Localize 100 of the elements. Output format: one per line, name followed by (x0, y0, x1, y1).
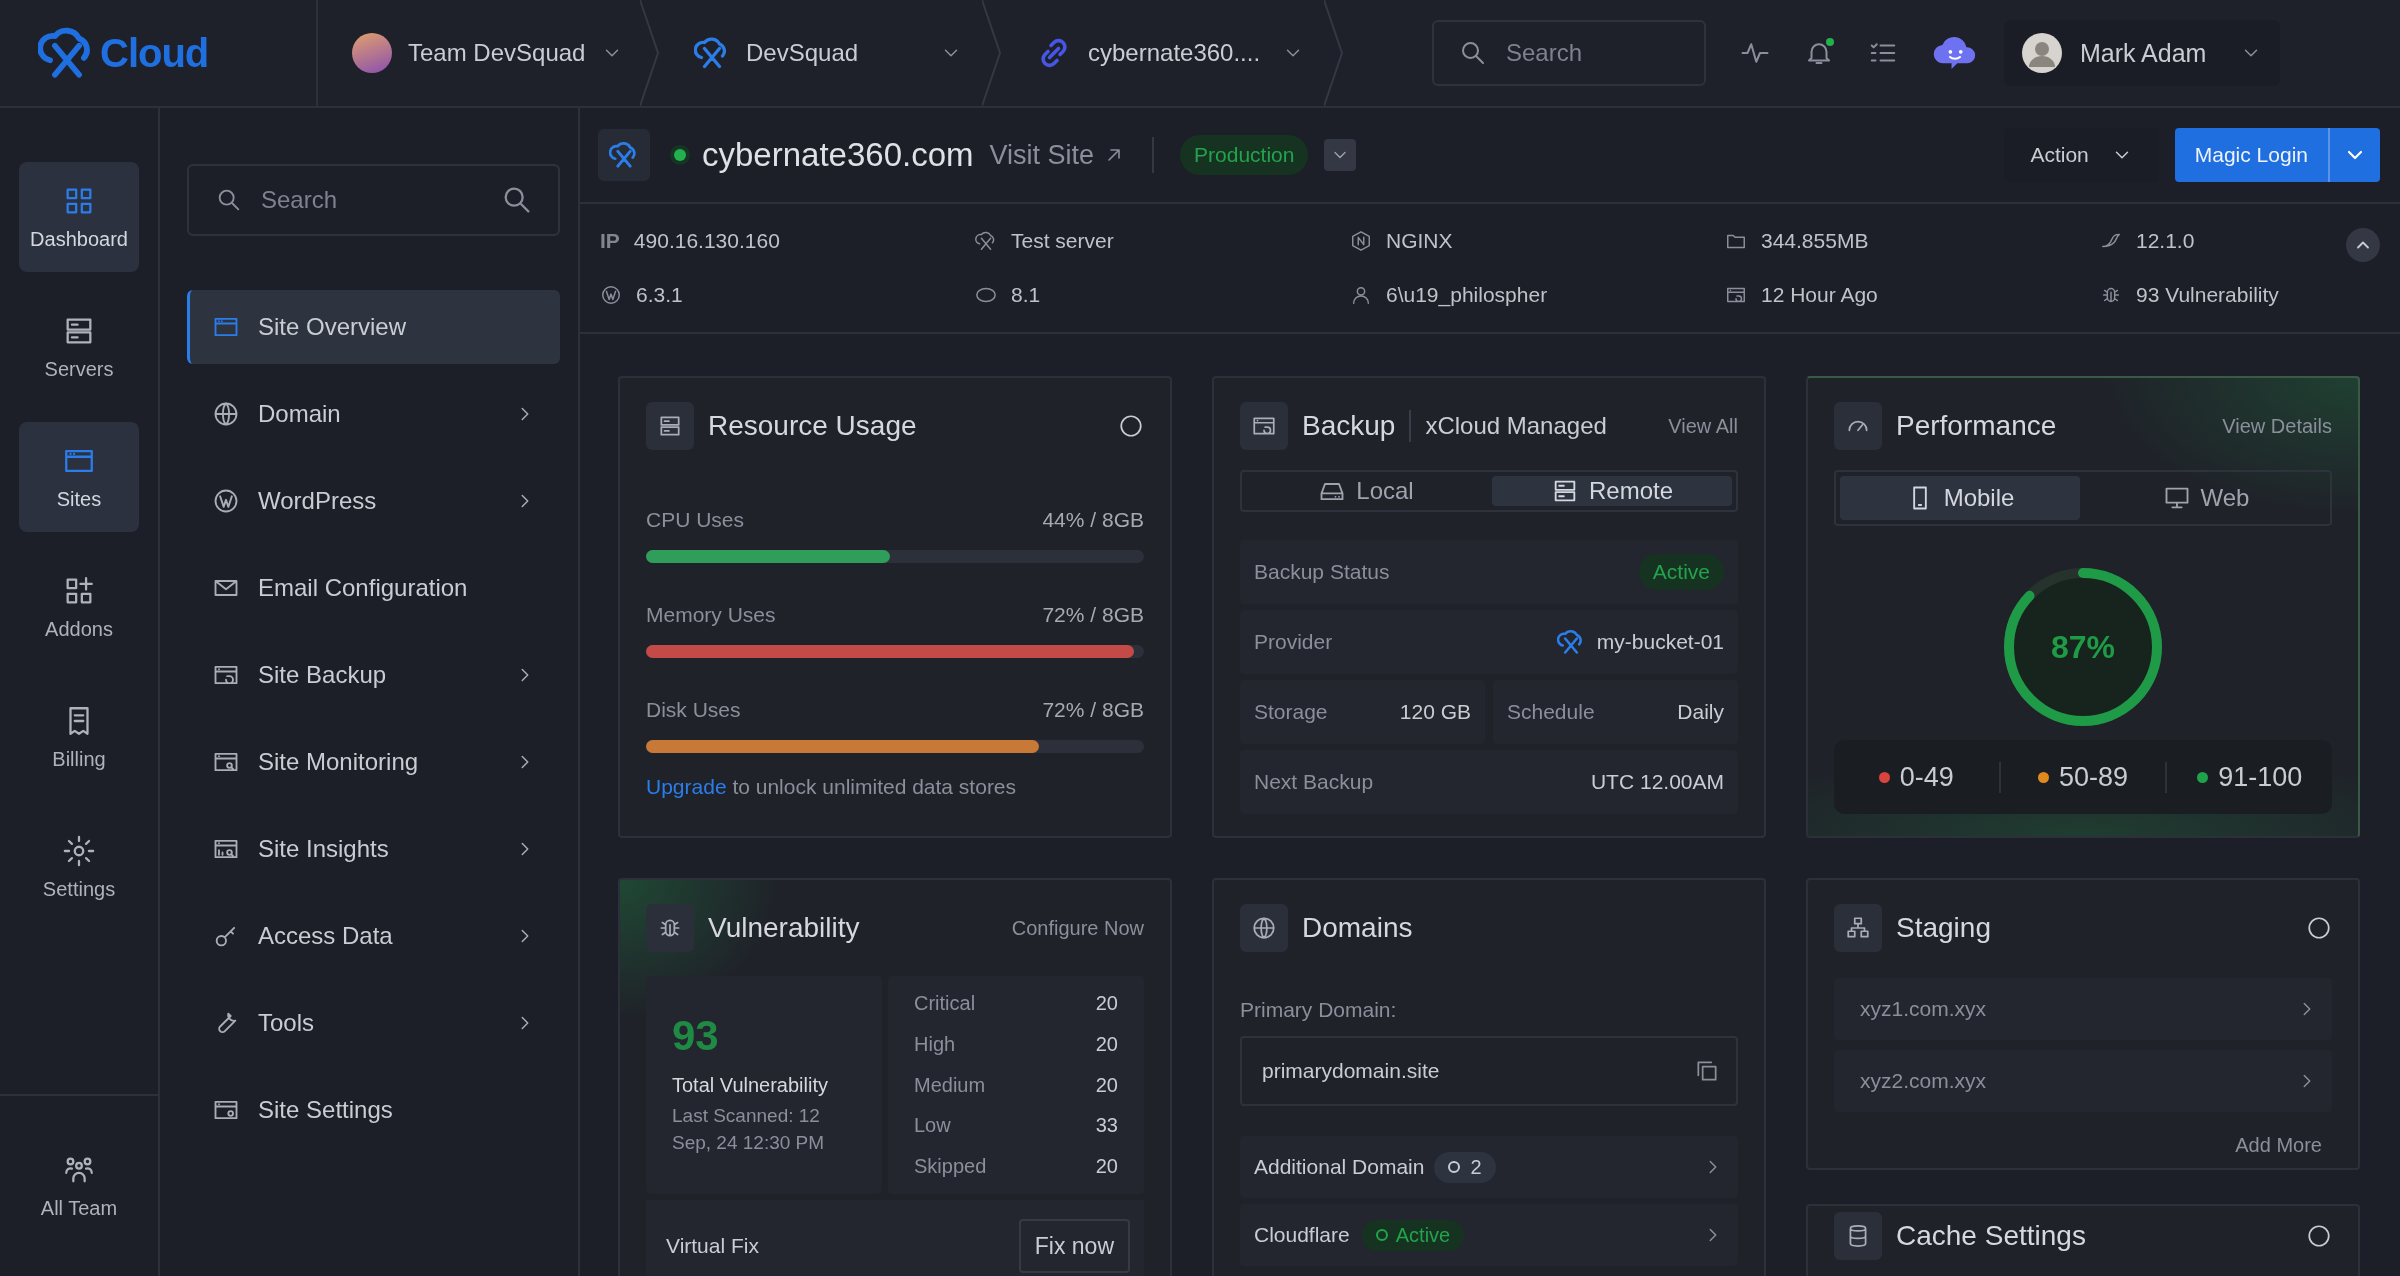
staging-site-row[interactable]: xyz1.com.xyx (1834, 978, 2332, 1040)
site-nav-item[interactable]: Site Insights (187, 812, 560, 886)
detail-value: 6.3.1 (636, 283, 683, 307)
site-nav-item[interactable]: WordPress (187, 464, 560, 538)
card-title: Staging (1896, 912, 1991, 944)
domain-setting-row[interactable]: Cloudflare Active (1240, 1204, 1738, 1266)
card-title: Domains (1302, 912, 1413, 944)
site-nav-item[interactable]: Site Overview (187, 290, 560, 364)
site-nav-item[interactable]: Domain (187, 377, 560, 451)
segment-tab[interactable]: Mobile (1840, 476, 2080, 520)
upgrade-note: Upgrade to unlock unlimited data stores (646, 775, 1018, 799)
severity-label: Low (914, 1114, 951, 1138)
collapse-button[interactable] (2346, 228, 2380, 262)
detail-value: 12.1.0 (2136, 229, 2195, 253)
virtual-fix-label: Virtual Fix (666, 1234, 759, 1258)
severity-label: High (914, 1032, 956, 1056)
view-details-link[interactable]: View Details (2222, 414, 2332, 438)
card-title: Vulnerability (708, 912, 860, 944)
search-field[interactable]: Search (1432, 20, 1706, 86)
domain-setting-row[interactable]: Additional Domain 2 (1240, 1136, 1738, 1198)
site-nav-item[interactable]: Access Data (187, 899, 560, 973)
severity-count: 20 (1095, 1155, 1118, 1178)
card-title: Performance (1896, 410, 2057, 442)
row-label: Cloudflare (1254, 1223, 1350, 1247)
row-label: Additional Domain (1254, 1155, 1425, 1179)
upgrade-link[interactable]: Upgrade (646, 775, 727, 798)
magic-login-button[interactable]: Magic Login (2174, 128, 2328, 182)
add-more-link[interactable]: Add More (2235, 1134, 2322, 1157)
row-label: Schedule (1507, 700, 1595, 724)
rail-nav-item[interactable]: Addons (19, 552, 139, 662)
search-field[interactable]: Search (187, 164, 560, 236)
meter-reading: 72% / 8GB (1042, 698, 1144, 722)
severity-label: Skipped (914, 1155, 987, 1178)
meter-reading: 44% / 8GB (1042, 508, 1144, 532)
visit-site-link[interactable]: Visit Site (989, 139, 1127, 171)
view-all-link[interactable]: View All (1668, 414, 1738, 438)
meter-label: Memory Uses (646, 603, 776, 627)
meter-label: Disk Uses (646, 698, 741, 722)
severity-label: Critical (914, 992, 976, 1015)
site-nav-item[interactable]: Site Backup (187, 638, 560, 712)
severity-count: 33 (1095, 1114, 1118, 1138)
fix-now-button[interactable]: Fix now (1018, 1219, 1130, 1273)
legend-label: 91-100 (2218, 761, 2303, 793)
rail-nav-item[interactable]: Sites (19, 422, 139, 532)
hexagon-n-icon (1350, 230, 1372, 252)
environment-dropdown-button[interactable] (1324, 139, 1357, 171)
severity-count: 20 (1095, 1032, 1118, 1056)
cloud-x-icon (975, 230, 997, 252)
domain-input[interactable]: primarydomain.site (1260, 1058, 1694, 1084)
detail-value: Test server (1011, 229, 1114, 253)
user-icon (1350, 284, 1372, 306)
breadcrumb-dropdown[interactable]: Team DevSquad (318, 33, 640, 73)
detail-value: 12 Hour Ago (1761, 283, 1878, 307)
row-label: Backup Status (1254, 560, 1390, 584)
segment-tab[interactable]: Remote (1492, 476, 1732, 506)
severity-count: 20 (1095, 992, 1118, 1015)
ring-icon (2306, 915, 2332, 941)
rail-nav-item[interactable]: Billing (19, 682, 139, 792)
row-value: 120 GB (1399, 700, 1471, 724)
configure-now-link[interactable]: Configure Now (1011, 916, 1144, 940)
legend-label: 50-89 (2058, 761, 2129, 793)
site-nav-item[interactable]: Tools (187, 986, 560, 1060)
ring-icon (2306, 1223, 2332, 1249)
breadcrumb-dropdown[interactable]: cybernate360.... (1002, 35, 1324, 71)
count-badge: 2 (1434, 1151, 1496, 1183)
total-label: Total Vulnerability (672, 1074, 829, 1097)
card-title: Resource Usage (708, 410, 917, 442)
user-menu[interactable]: Mark Adam (2004, 20, 2280, 86)
row-value: Daily (1677, 700, 1724, 724)
rail-nav-item[interactable]: Settings (19, 812, 139, 922)
segment-tab[interactable]: Local (1246, 476, 1486, 506)
ring-icon (1118, 413, 1144, 439)
breadcrumb-dropdown[interactable]: DevSquad (660, 35, 982, 71)
site-nav-item[interactable]: Site Monitoring (187, 725, 560, 799)
segment-tab[interactable]: Web (2086, 476, 2326, 520)
detail-value: NGINX (1386, 229, 1453, 253)
cloud-x-icon (609, 140, 639, 170)
primary-domain-field[interactable]: primarydomain.site (1240, 1036, 1738, 1106)
detail-label: IP (600, 229, 620, 253)
detail-value: 490.16.130.160 (633, 229, 780, 253)
rail-nav-item[interactable]: All Team (19, 1131, 139, 1241)
site-name: cybernate360.com (702, 136, 974, 174)
server-icon (657, 413, 683, 439)
card-subtitle: xCloud Managed (1425, 412, 1607, 440)
rail-nav-item[interactable]: Servers (19, 292, 139, 402)
avatar (2022, 33, 2062, 73)
detail-value: 6\u19_philospher (1386, 283, 1548, 307)
search-input[interactable]: Search (1504, 38, 1680, 68)
card-title: Cache Settings (1896, 1220, 2086, 1252)
card-title: Backup (1302, 410, 1396, 442)
status-badge: Active (1361, 1219, 1465, 1251)
rail-nav-item[interactable]: Dashboard (19, 162, 139, 272)
last-scanned-text: Last Scanned: 12 Sep, 24 12:30 PM (672, 1104, 826, 1155)
site-nav-item[interactable]: Site Settings (187, 1073, 560, 1147)
staging-site-row[interactable]: xyz2.com.xyx (1834, 1050, 2332, 1112)
copy-icon[interactable] (1694, 1058, 1720, 1084)
site-nav-item[interactable]: Email Configuration (187, 551, 560, 625)
score-value: 87% (2050, 628, 2115, 666)
search-input[interactable]: Search (259, 185, 484, 215)
status-badge: Active (1638, 554, 1724, 590)
